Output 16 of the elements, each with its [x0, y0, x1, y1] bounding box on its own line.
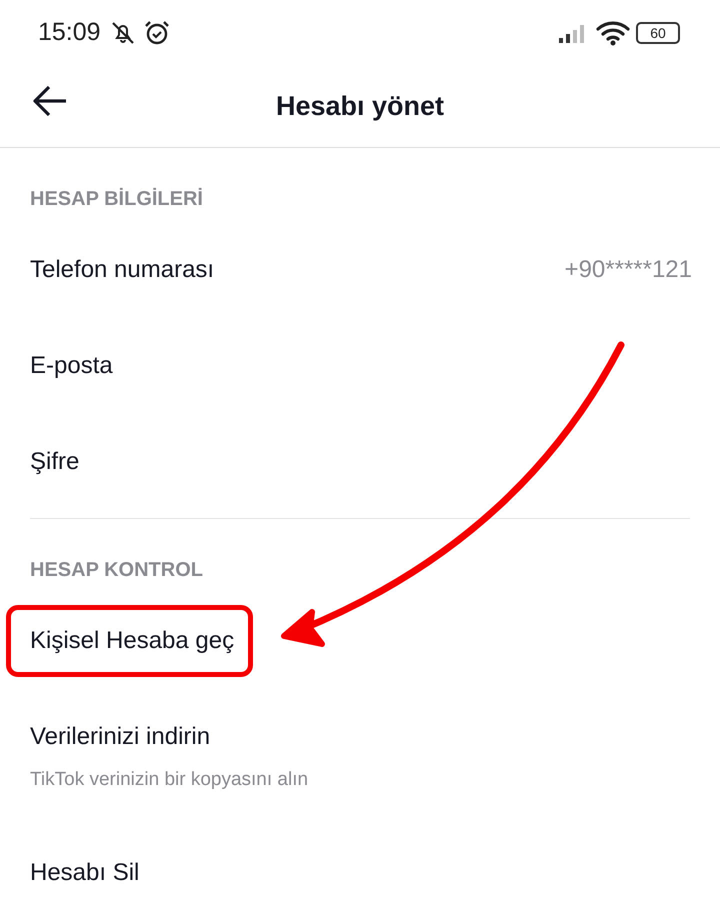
back-arrow-icon[interactable]	[32, 85, 68, 117]
clock-time: 15:09	[38, 18, 101, 47]
menu-item[interactable]: E-posta	[30, 352, 113, 380]
wifi-icon	[596, 20, 630, 46]
alarm-clock-icon	[142, 18, 171, 46]
battery-indicator: 60	[636, 22, 680, 44]
menu-item[interactable]: Hesabı Sil	[30, 859, 140, 887]
menu-item[interactable]: Kişisel Hesaba geç	[6, 605, 254, 677]
item-description: TikTok verinizin bir kopyasını alın	[30, 769, 310, 791]
menu-item[interactable]: Telefon numarası	[30, 256, 214, 284]
section-header: HESAP BİLGİLERİ	[29, 186, 204, 212]
screen-title: Hesabı yönet	[276, 90, 444, 122]
menu-item[interactable]: Şifre	[30, 448, 80, 476]
menu-item[interactable]: Verilerinizi indirin	[30, 723, 210, 751]
section-header: HESAP KONTROL	[29, 558, 204, 583]
phone-value: +90*****121	[564, 256, 692, 284]
